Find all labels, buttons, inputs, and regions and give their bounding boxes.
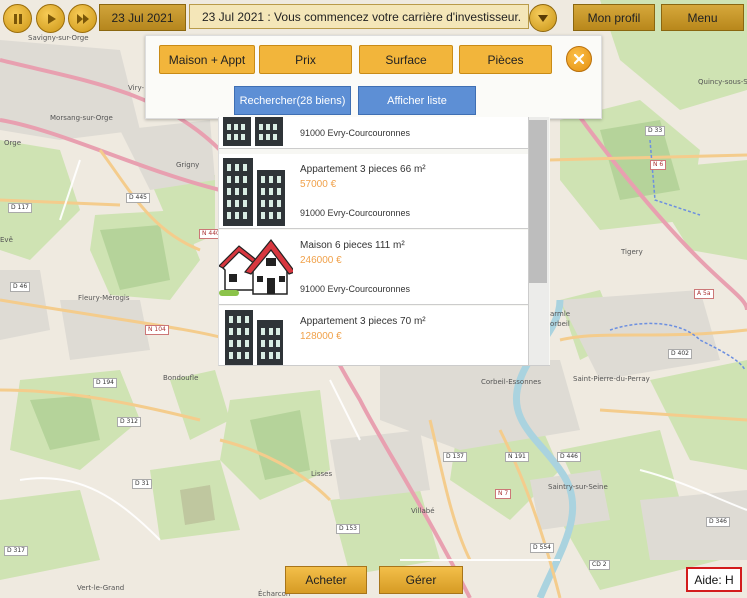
listing-price: 128000 € bbox=[300, 331, 342, 342]
manage-button[interactable]: Gérer bbox=[379, 566, 463, 594]
pause-button[interactable] bbox=[3, 4, 32, 33]
game-date: 23 Jul 2021 bbox=[99, 4, 186, 31]
map-label: Lisses bbox=[311, 470, 333, 478]
help-hint[interactable]: Aide: H bbox=[686, 567, 742, 592]
message-bar: 23 Jul 2021 : Vous commencez votre carri… bbox=[189, 4, 529, 29]
map-label: orbeil bbox=[550, 320, 570, 328]
road-label: D 312 bbox=[117, 417, 141, 427]
road-label: D 137 bbox=[443, 452, 467, 462]
message-text: 23 Jul 2021 : Vous commencez votre carri… bbox=[202, 9, 522, 24]
map-label: Bondoufle bbox=[163, 374, 199, 382]
map-label: Morsang-sur-Orge bbox=[50, 114, 113, 122]
road-label: D 554 bbox=[530, 543, 554, 553]
listing-title: Maison 6 pieces 111 m² bbox=[300, 240, 405, 251]
apartment-building-icon bbox=[225, 310, 283, 365]
pause-icon bbox=[13, 13, 22, 24]
listing-title: Appartement 3 pieces 70 m² bbox=[300, 316, 426, 327]
list-item[interactable]: Maison 6 pieces 111 m² 246000 € 91000 Ev… bbox=[219, 230, 529, 305]
road-label: D 46 bbox=[10, 282, 31, 292]
listing-location: 91000 Evry-Courcouronnes bbox=[300, 284, 411, 294]
road-label: A 5a bbox=[694, 289, 714, 299]
map-label: Evê bbox=[0, 236, 13, 244]
close-icon bbox=[574, 54, 584, 64]
map-label: Quincy-sous-Sénart bbox=[698, 78, 747, 86]
profile-button[interactable]: Mon profil bbox=[573, 4, 655, 31]
map-label: Grigny bbox=[176, 161, 200, 169]
road-label: D 31 bbox=[132, 479, 153, 489]
map-label: Tigery bbox=[621, 248, 643, 256]
road-label: N 6 bbox=[650, 160, 667, 170]
map-label: Saint-Pierre-du-Perray bbox=[573, 375, 650, 383]
apartment-building-icon bbox=[223, 158, 285, 226]
listing-price: 57000 € bbox=[300, 179, 337, 190]
house-icon bbox=[219, 239, 293, 296]
search-panel: Maison + Appt Prix Surface Pièces Recher… bbox=[145, 35, 602, 119]
listing-title: Appartement 3 pieces 66 m² bbox=[300, 164, 426, 175]
search-button[interactable]: Rechercher(28 biens) bbox=[234, 86, 351, 115]
map-label: Savigny-sur-Orge bbox=[28, 34, 89, 42]
road-label: D 194 bbox=[93, 378, 117, 388]
road-label: N 191 bbox=[505, 452, 529, 462]
road-label: D 317 bbox=[4, 546, 28, 556]
road-label: D 153 bbox=[336, 524, 360, 534]
map-label: Fleury-Mérogis bbox=[78, 294, 130, 302]
list-item[interactable]: 91000 Evry-Courcouronnes bbox=[219, 117, 529, 149]
road-label: D 346 bbox=[706, 517, 730, 527]
map-label: Saintry-sur-Seine bbox=[548, 483, 608, 491]
map-label: Corbeil-Essonnes bbox=[481, 378, 542, 386]
menu-button[interactable]: Menu bbox=[661, 4, 744, 31]
road-label: N 104 bbox=[145, 325, 169, 335]
list-item[interactable]: Appartement 3 pieces 70 m² 128000 € bbox=[219, 306, 529, 365]
listing-location: 91000 Evry-Courcouronnes bbox=[300, 208, 411, 218]
rooms-filter-button[interactable]: Pièces bbox=[459, 45, 552, 74]
map-label: Vert-le-Grand bbox=[77, 584, 125, 592]
map-label: Viry- bbox=[128, 84, 145, 92]
type-filter-button[interactable]: Maison + Appt bbox=[159, 45, 255, 74]
road-label: D 402 bbox=[668, 349, 692, 359]
play-icon bbox=[47, 13, 56, 24]
close-panel-button[interactable] bbox=[566, 46, 592, 72]
show-list-button[interactable]: Afficher liste bbox=[358, 86, 476, 115]
play-button[interactable] bbox=[36, 4, 65, 33]
fast-forward-icon bbox=[76, 13, 89, 24]
map-label: Villabé bbox=[411, 507, 435, 515]
message-dropdown-button[interactable] bbox=[529, 4, 557, 32]
chevron-down-icon bbox=[538, 15, 548, 22]
listing-price: 246000 € bbox=[300, 255, 342, 266]
map-label: armle bbox=[550, 310, 571, 318]
buy-button[interactable]: Acheter bbox=[285, 566, 367, 594]
road-label: D 445 bbox=[126, 193, 150, 203]
apartment-building-icon bbox=[223, 117, 283, 146]
fast-forward-button[interactable] bbox=[68, 4, 97, 33]
property-list[interactable]: 91000 Evry-Courcouronnes Appartement 3 p… bbox=[218, 117, 550, 366]
road-label: D 117 bbox=[8, 203, 32, 213]
surface-filter-button[interactable]: Surface bbox=[359, 45, 453, 74]
list-scrollbar-thumb[interactable] bbox=[529, 120, 547, 283]
road-label: D 33 bbox=[645, 126, 666, 136]
road-label: D 446 bbox=[557, 452, 581, 462]
road-label: CD 2 bbox=[589, 560, 610, 570]
listing-location: 91000 Evry-Courcouronnes bbox=[300, 128, 411, 138]
list-item[interactable]: Appartement 3 pieces 66 m² 57000 € 91000… bbox=[219, 154, 529, 229]
road-label: N 7 bbox=[495, 489, 512, 499]
map-label: Orge bbox=[4, 139, 22, 147]
price-filter-button[interactable]: Prix bbox=[259, 45, 352, 74]
